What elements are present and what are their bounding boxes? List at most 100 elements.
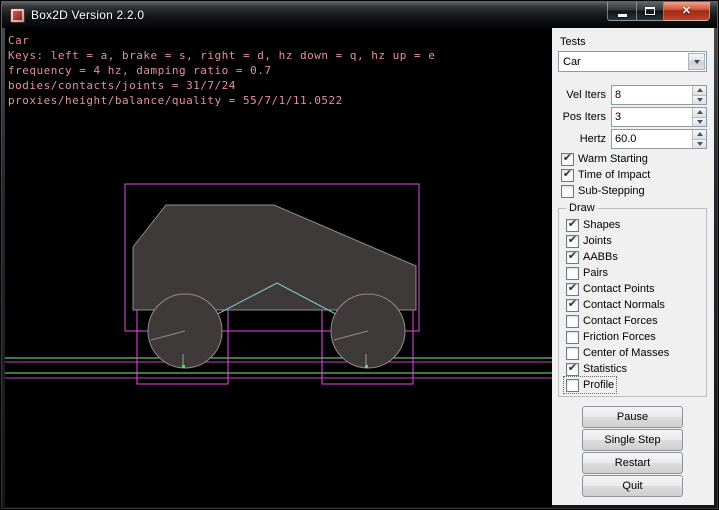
single-step-button[interactable]: Single Step xyxy=(582,429,683,451)
spin-up-button[interactable] xyxy=(693,86,706,96)
dropdown-arrow-button[interactable] xyxy=(688,53,705,70)
checkbox-center-of-masses[interactable]: ✔ Center of Masses xyxy=(564,345,671,361)
quit-button[interactable]: Quit xyxy=(582,475,683,497)
window-title: Box2D Version 2.2.0 xyxy=(31,8,144,22)
checkbox-contact-points[interactable]: ✔ Contact Points xyxy=(564,281,657,297)
checkbox-box[interactable]: ✔ xyxy=(566,347,579,360)
checkbox-label: Profile xyxy=(583,379,614,391)
test-title-text: Car xyxy=(8,34,29,47)
checkbox-pairs[interactable]: ✔ Pairs xyxy=(564,265,610,281)
pos-iters-input[interactable] xyxy=(612,108,692,126)
checkbox-label: Contact Normals xyxy=(583,299,665,311)
titlebar[interactable]: Box2D Version 2.2.0 ✕ xyxy=(2,2,717,28)
vel-iters-row: Vel Iters xyxy=(558,85,707,105)
check-icon: ✔ xyxy=(563,169,572,180)
maximize-button[interactable] xyxy=(636,2,664,21)
checkbox-label: Contact Points xyxy=(583,283,655,295)
spin-down-button[interactable] xyxy=(693,96,706,105)
tests-dropdown-value: Car xyxy=(559,56,687,68)
close-icon: ✕ xyxy=(682,6,691,17)
arrow-down-icon xyxy=(697,98,703,102)
checkbox-statistics[interactable]: ✔ Statistics xyxy=(564,361,629,377)
tests-label: Tests xyxy=(560,36,707,48)
checkbox-profile[interactable]: ✔ Profile xyxy=(564,377,616,393)
hertz-label: Hertz xyxy=(580,133,606,145)
checkbox-friction-forces[interactable]: ✔ Friction Forces xyxy=(564,329,658,345)
bodies-stats-text: bodies/contacts/joints = 31/7/24 xyxy=(8,79,236,92)
close-button[interactable]: ✕ xyxy=(664,2,710,21)
checkbox-box[interactable]: ✔ xyxy=(566,331,579,344)
checkbox-label: Warm Starting xyxy=(578,153,648,165)
app-window: Box2D Version 2.2.0 ✕ xyxy=(0,0,719,510)
hertz-input[interactable] xyxy=(612,130,692,148)
spin-up-button[interactable] xyxy=(693,108,706,118)
checkbox-box[interactable]: ✔ xyxy=(566,315,579,328)
check-icon: ✔ xyxy=(568,299,577,310)
keys-help-text: Keys: left = a, brake = s, right = d, hz… xyxy=(8,49,435,62)
checkbox-box[interactable]: ✔ xyxy=(566,267,579,280)
checkbox-box[interactable]: ✔ xyxy=(566,251,579,264)
checkbox-box[interactable]: ✔ xyxy=(566,283,579,296)
proxies-stats-text: proxies/height/balance/quality = 55/7/1/… xyxy=(8,94,343,107)
vel-iters-label: Vel Iters xyxy=(566,89,606,101)
check-icon: ✔ xyxy=(568,363,577,374)
frequency-text: frequency = 4 hz, damping ratio = 0.7 xyxy=(8,64,272,77)
physics-canvas[interactable]: Car Keys: left = a, brake = s, right = d… xyxy=(5,28,552,507)
action-buttons: Pause Single Step Restart Quit xyxy=(558,406,707,497)
checkbox-box[interactable]: ✔ xyxy=(561,169,574,182)
minimize-button[interactable] xyxy=(607,2,636,21)
window-content: Car Keys: left = a, brake = s, right = d… xyxy=(5,28,714,505)
simulation-view[interactable]: Car Keys: left = a, brake = s, right = d… xyxy=(5,28,552,507)
checkbox-sub-stepping[interactable]: ✔ Sub-Stepping xyxy=(559,183,647,199)
checkbox-box[interactable]: ✔ xyxy=(566,299,579,312)
hertz-spin-buttons xyxy=(692,130,706,148)
draw-groupbox: Draw ✔ Shapes ✔ Joints ✔ AABBs ✔ Pairs xyxy=(558,208,707,397)
vel-iters-spin-buttons xyxy=(692,86,706,104)
pause-button[interactable]: Pause xyxy=(582,406,683,428)
checkbox-warm-starting[interactable]: ✔ Warm Starting xyxy=(559,151,650,167)
vel-iters-input[interactable] xyxy=(612,86,692,104)
checkbox-label: Friction Forces xyxy=(583,331,656,343)
spin-up-button[interactable] xyxy=(693,130,706,140)
checkbox-label: Joints xyxy=(583,235,612,247)
pos-iters-label: Pos Iters xyxy=(563,111,606,123)
checkbox-label: Sub-Stepping xyxy=(578,185,645,197)
restart-button[interactable]: Restart xyxy=(582,452,683,474)
tests-dropdown[interactable]: Car xyxy=(558,51,707,72)
checkbox-label: Shapes xyxy=(583,219,620,231)
checkbox-box[interactable]: ✔ xyxy=(561,185,574,198)
vel-iters-spinner xyxy=(611,85,707,105)
arrow-down-icon xyxy=(697,142,703,146)
pos-iters-spin-buttons xyxy=(692,108,706,126)
check-icon: ✔ xyxy=(568,283,577,294)
checkbox-shapes[interactable]: ✔ Shapes xyxy=(564,217,622,233)
checkbox-joints[interactable]: ✔ Joints xyxy=(564,233,614,249)
minimize-icon xyxy=(618,14,627,17)
checkbox-label: AABBs xyxy=(583,251,618,263)
check-icon: ✔ xyxy=(568,235,577,246)
checkbox-box[interactable]: ✔ xyxy=(561,153,574,166)
spin-down-button[interactable] xyxy=(693,118,706,127)
checkbox-box[interactable]: ✔ xyxy=(566,363,579,376)
arrow-up-icon xyxy=(697,88,703,92)
arrow-up-icon xyxy=(697,132,703,136)
checkbox-label: Pairs xyxy=(583,267,608,279)
checkbox-box[interactable]: ✔ xyxy=(566,235,579,248)
draw-group-title: Draw xyxy=(566,202,598,214)
maximize-icon xyxy=(645,7,655,15)
control-panel: Tests Car Vel Iters Pos Iters xyxy=(552,28,714,505)
checkbox-label: Time of Impact xyxy=(578,169,650,181)
spin-down-button[interactable] xyxy=(693,140,706,149)
checkbox-aabbs[interactable]: ✔ AABBs xyxy=(564,249,620,265)
checkbox-contact-normals[interactable]: ✔ Contact Normals xyxy=(564,297,667,313)
checkbox-time-of-impact[interactable]: ✔ Time of Impact xyxy=(559,167,652,183)
arrow-up-icon xyxy=(697,110,703,114)
chevron-down-icon xyxy=(694,60,700,64)
checkbox-box[interactable]: ✔ xyxy=(566,219,579,232)
checkbox-contact-forces[interactable]: ✔ Contact Forces xyxy=(564,313,660,329)
checkbox-box[interactable]: ✔ xyxy=(566,379,579,392)
checkbox-label: Statistics xyxy=(583,363,627,375)
app-icon xyxy=(10,8,25,23)
check-icon: ✔ xyxy=(568,219,577,230)
arrow-down-icon xyxy=(697,120,703,124)
